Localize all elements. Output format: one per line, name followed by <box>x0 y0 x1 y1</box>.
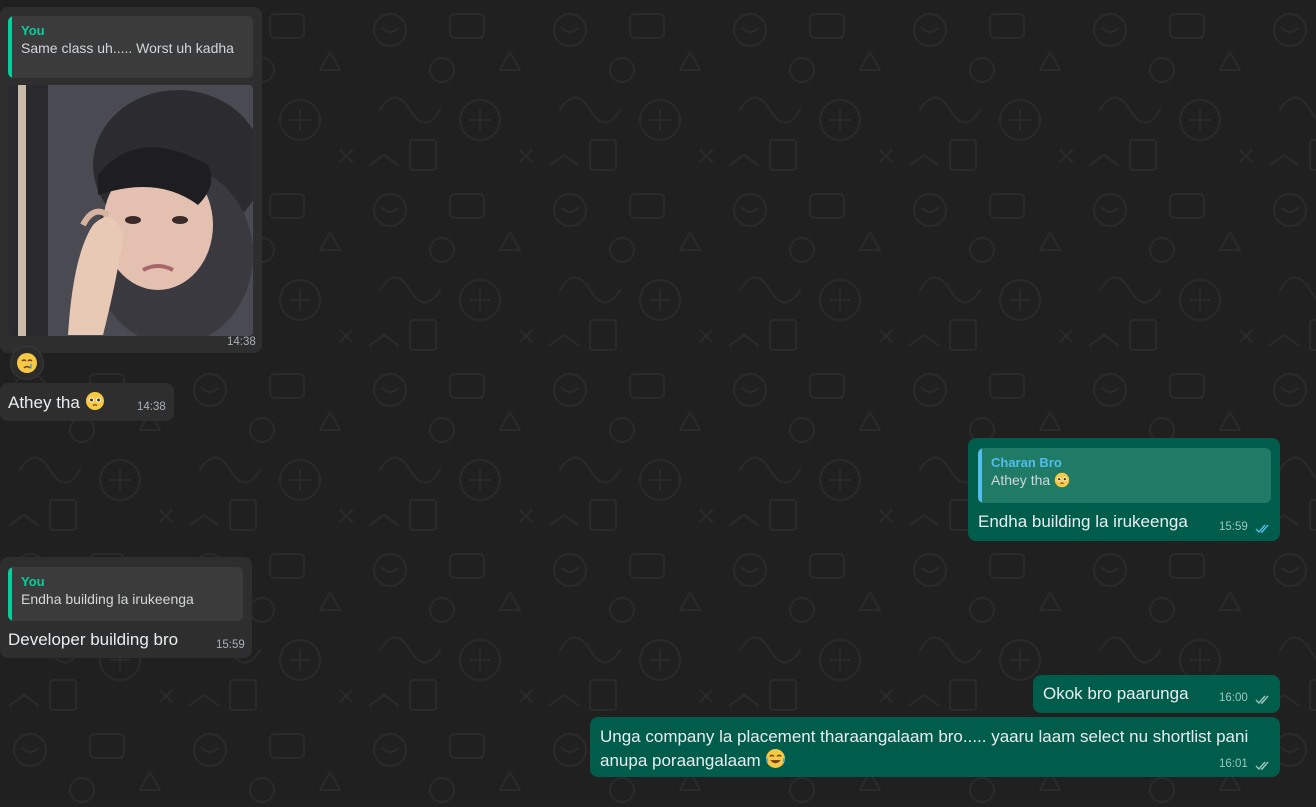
crying-face-icon <box>17 353 37 373</box>
photo-illustration <box>8 85 253 336</box>
message-text-line-1: Unga company la placement tharaangalaam … <box>600 727 1249 746</box>
quoted-message[interactable]: Charan Bro Athey tha <box>978 448 1271 503</box>
quote-text-content: Athey tha <box>991 472 1051 488</box>
message-bubble-outgoing[interactable]: Unga company la placement tharaangalaam … <box>590 717 1280 777</box>
quote-author: You <box>21 574 45 589</box>
quote-text: Endha building la irukeenga <box>21 591 194 607</box>
message-text-line-2: anupa poraangalaam <box>600 748 786 772</box>
read-receipt-icon <box>1255 524 1269 534</box>
media-image-crying-child[interactable] <box>8 85 253 336</box>
message-bubble-outgoing[interactable]: Okok bro paarunga 16:00 <box>1033 675 1280 713</box>
message-bubble-incoming[interactable]: You Endha building la irukeenga Develope… <box>0 557 252 658</box>
pleading-face-icon <box>85 392 104 410</box>
pleading-face-icon <box>1054 472 1070 488</box>
quoted-message[interactable]: You Same class uh..... Worst uh kadha <box>8 16 253 78</box>
message-reaction[interactable] <box>10 346 44 380</box>
message-text: Athey tha <box>8 391 105 414</box>
read-receipt-icon <box>1255 761 1269 771</box>
tears-of-joy-face-icon <box>766 749 786 768</box>
message-text-content: anupa poraangalaam <box>600 751 761 770</box>
message-bubble-incoming[interactable]: You Same class uh..... Worst uh kadha 14… <box>0 7 262 353</box>
message-time: 14:38 <box>227 336 256 348</box>
message-text-content: Athey tha <box>8 393 80 412</box>
message-bubble-outgoing[interactable]: Charan Bro Athey tha Endha building la i… <box>968 438 1280 541</box>
message-time: 14:38 <box>137 401 166 413</box>
message-time: 16:00 <box>1219 692 1248 704</box>
read-receipt-icon <box>1255 695 1269 705</box>
message-time: 15:59 <box>1219 521 1248 533</box>
message-time: 16:01 <box>1219 758 1248 770</box>
message-text: Developer building bro <box>8 630 179 649</box>
quote-author: You <box>21 23 45 38</box>
message-text: Endha building la irukeenga <box>978 512 1188 531</box>
message-text: Okok bro paarunga <box>1043 684 1189 703</box>
quote-author: Charan Bro <box>991 455 1062 470</box>
message-bubble-incoming[interactable]: Athey tha 14:38 <box>0 383 174 421</box>
quote-text: Same class uh..... Worst uh kadha <box>21 40 234 56</box>
quote-text: Athey tha <box>991 471 1261 490</box>
message-time: 15:59 <box>216 639 245 651</box>
quoted-message[interactable]: You Endha building la irukeenga <box>8 567 243 621</box>
